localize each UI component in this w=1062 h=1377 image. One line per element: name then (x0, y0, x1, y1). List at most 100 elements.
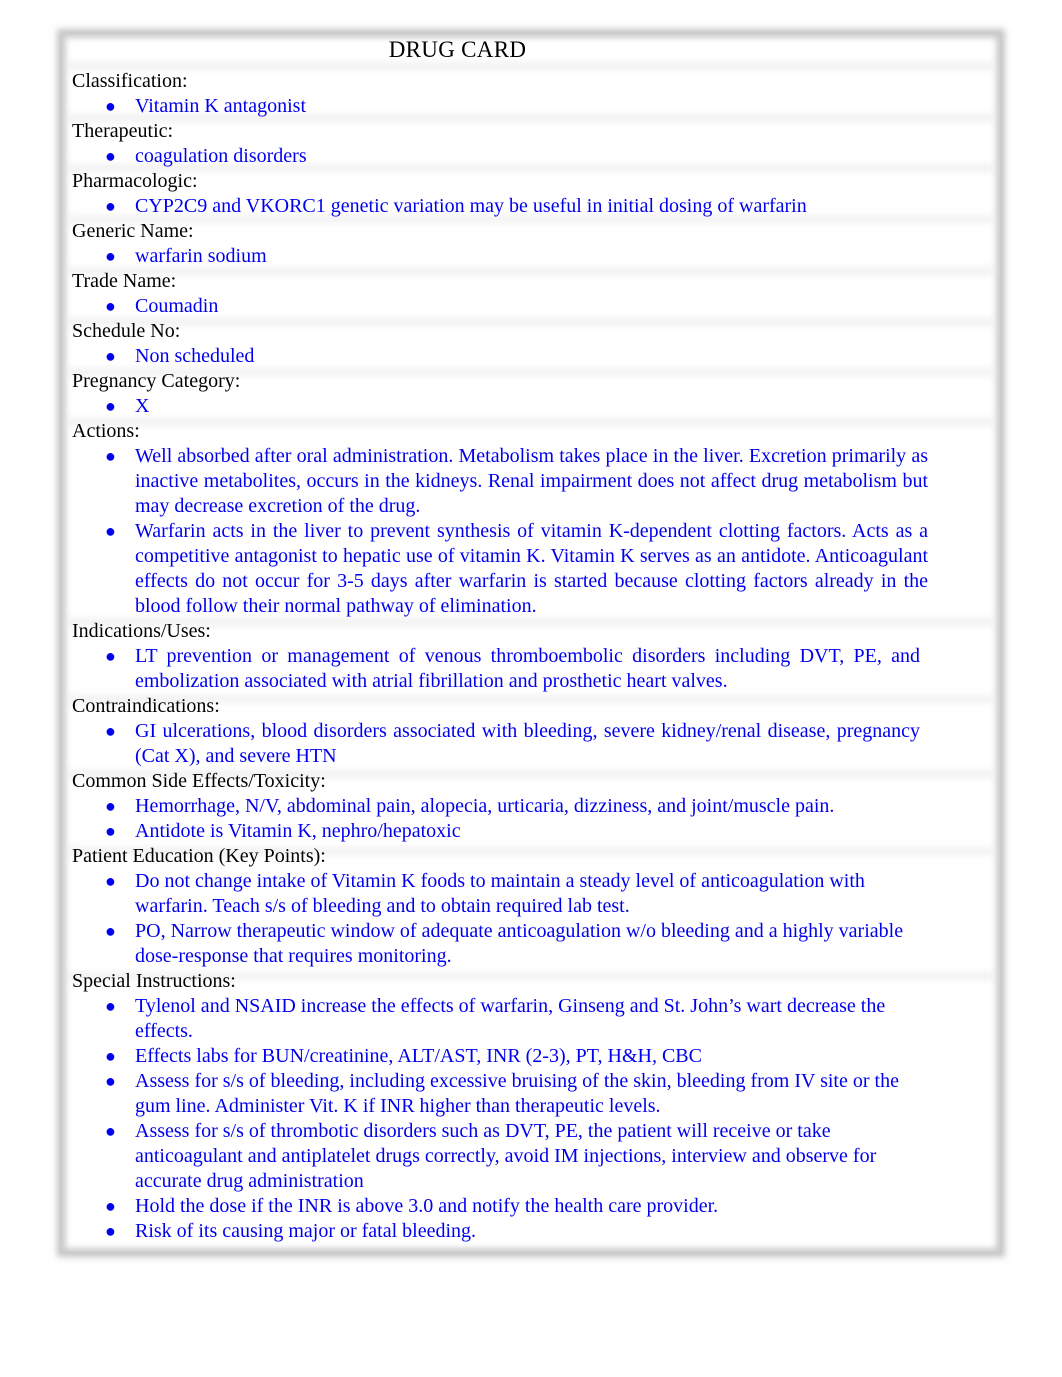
section-label: Contraindications: (72, 695, 220, 717)
bullet-list: ● LT prevention or management of venous t… (72, 644, 932, 694)
item-text: Warfarin acts in the liver to prevent sy… (135, 520, 928, 617)
section: Patient Education (Key Points): ● Do not c… (72, 844, 932, 969)
section: Special Instructions: ● Tylenol and NSAID … (72, 969, 932, 1244)
section-label: Patient Education (Key Points): (72, 845, 326, 867)
item-text: Tylenol and NSAID increase the effects o… (135, 995, 886, 1042)
section-label: Pregnancy Category: (72, 370, 241, 392)
bullet-list: ● Vitamin K antagonist (72, 94, 932, 119)
list-item: ● Vitamin K antagonist (72, 94, 932, 119)
bullet-icon: ● (105, 821, 116, 841)
section: Contraindications: ● GI ulcerations, blood… (72, 694, 932, 769)
item-text: Do not change intake of Vitamin K foods … (135, 870, 865, 917)
section-label: Therapeutic: (72, 120, 174, 142)
item-text: CYP2C9 and VKORC1 genetic variation may … (135, 195, 807, 217)
bullet-icon: ● (105, 921, 116, 941)
bullet-list: ● X (72, 394, 932, 419)
section: Classification: ● Vitamin K antagonist (72, 69, 932, 119)
item-text: Coumadin (135, 295, 219, 317)
item-text: Assess for s/s of bleeding, including ex… (135, 1070, 899, 1117)
list-item: ● Effects labs for BUN/creatinine, ALT/AS… (72, 1044, 915, 1069)
section: Common Side Effects/Toxicity: ● Hemorrhage… (72, 769, 932, 844)
item-text: coagulation disorders (135, 145, 307, 167)
list-item: ● Non scheduled (72, 344, 932, 369)
bullet-icon: ● (105, 446, 116, 466)
section: Schedule No: ● Non scheduled (72, 319, 932, 369)
bullet-icon: ● (105, 1121, 116, 1141)
list-item: ● X (72, 394, 932, 419)
bullet-list: ● coagulation disorders (72, 144, 932, 169)
item-text: Well absorbed after oral administration.… (135, 445, 928, 517)
section: Pregnancy Category: ● X (72, 369, 932, 419)
section: Therapeutic: ● coagulation disorders (72, 119, 932, 169)
item-text: GI ulcerations, blood disorders associat… (135, 720, 920, 767)
bullet-icon: ● (105, 196, 116, 216)
bullet-icon: ● (105, 1221, 116, 1241)
list-item: ● GI ulcerations, blood disorders associa… (72, 719, 920, 769)
section: Pharmacologic: ● CYP2C9 and VKORC1 genetic… (72, 169, 932, 219)
list-item: ● Antidote is Vitamin K, nephro/hepatoxic (72, 819, 932, 844)
section: Indications/Uses: ● LT prevention or manag… (72, 619, 932, 694)
table-rule (68, 64, 994, 68)
list-item: ● Tylenol and NSAID increase the effects … (72, 994, 915, 1044)
list-item: ● Coumadin (72, 294, 932, 319)
list-item: ● Well absorbed after oral administration… (72, 444, 928, 519)
bullet-icon: ● (105, 346, 116, 366)
item-text: Assess for s/s of thrombotic disorders s… (135, 1120, 877, 1192)
bullet-icon: ● (105, 246, 116, 266)
bullet-icon: ● (105, 996, 116, 1016)
bullet-icon: ● (105, 721, 116, 741)
bullet-icon: ● (105, 521, 116, 541)
section-label: Trade Name: (72, 270, 177, 292)
bullet-icon: ● (105, 396, 116, 416)
bullet-list: ● Coumadin (72, 294, 932, 319)
bullet-list: ● Well absorbed after oral administration… (72, 444, 932, 619)
item-text: Risk of its causing major or fatal bleed… (135, 1220, 477, 1242)
bullet-icon: ● (105, 1196, 116, 1216)
bullet-icon: ● (105, 1046, 116, 1066)
list-item: ● Risk of its causing major or fatal blee… (72, 1219, 915, 1244)
item-text: Effects labs for BUN/creatinine, ALT/AST… (135, 1045, 702, 1067)
section-label: Special Instructions: (72, 970, 236, 992)
list-item: ● Assess for s/s of bleeding, including e… (72, 1069, 915, 1119)
bullet-icon: ● (105, 871, 116, 891)
section: Trade Name: ● Coumadin (72, 269, 932, 319)
bullet-list: ● Tylenol and NSAID increase the effects … (72, 994, 932, 1244)
bullet-icon: ● (105, 796, 116, 816)
list-item: ● Hold the dose if the INR is above 3.0 a… (72, 1194, 915, 1219)
item-text: Hemorrhage, N/V, abdominal pain, alopeci… (135, 795, 835, 817)
list-item: ● PO, Narrow therapeutic window of adequa… (72, 919, 915, 969)
section-label: Schedule No: (72, 320, 181, 342)
bullet-list: ● Hemorrhage, N/V, abdominal pain, alopec… (72, 794, 932, 844)
list-item: ● Warfarin acts in the liver to prevent s… (72, 519, 928, 619)
page-title: DRUG CARD (388, 37, 527, 62)
item-text: PO, Narrow therapeutic window of adequat… (135, 920, 904, 967)
section-label: Classification: (72, 70, 188, 92)
item-text: warfarin sodium (135, 245, 267, 267)
bullet-icon: ● (105, 646, 116, 666)
bullet-icon: ● (105, 146, 116, 166)
bullet-icon: ● (105, 1071, 116, 1091)
item-text: Hold the dose if the INR is above 3.0 an… (135, 1195, 719, 1217)
drug-card-sections: Classification: ● Vitamin K antagonist Ther… (72, 69, 932, 1244)
section: Actions: ● Well absorbed after oral admini… (72, 419, 932, 619)
bullet-list: ● warfarin sodium (72, 244, 932, 269)
item-text: Vitamin K antagonist (135, 95, 306, 117)
bullet-icon: ● (105, 96, 116, 116)
list-item: ● Assess for s/s of thrombotic disorders … (72, 1119, 915, 1194)
section-label: Common Side Effects/Toxicity: (72, 770, 326, 792)
section: Generic Name: ● warfarin sodium (72, 219, 932, 269)
bullet-list: ● Non scheduled (72, 344, 932, 369)
item-text: LT prevention or management of venous th… (135, 645, 920, 692)
item-text: Antidote is Vitamin K, nephro/hepatoxic (135, 820, 461, 842)
list-item: ● CYP2C9 and VKORC1 genetic variation may… (72, 194, 932, 219)
list-item: ● warfarin sodium (72, 244, 932, 269)
list-item: ● Hemorrhage, N/V, abdominal pain, alopec… (72, 794, 932, 819)
section-label: Actions: (72, 420, 140, 442)
bullet-list: ● Do not change intake of Vitamin K foods… (72, 869, 932, 969)
bullet-icon: ● (105, 296, 116, 316)
bullet-list: ● CYP2C9 and VKORC1 genetic variation may… (72, 194, 932, 219)
bullet-list: ● GI ulcerations, blood disorders associa… (72, 719, 932, 769)
section-label: Indications/Uses: (72, 620, 211, 642)
section-label: Generic Name: (72, 220, 194, 242)
item-text: Non scheduled (135, 345, 255, 367)
